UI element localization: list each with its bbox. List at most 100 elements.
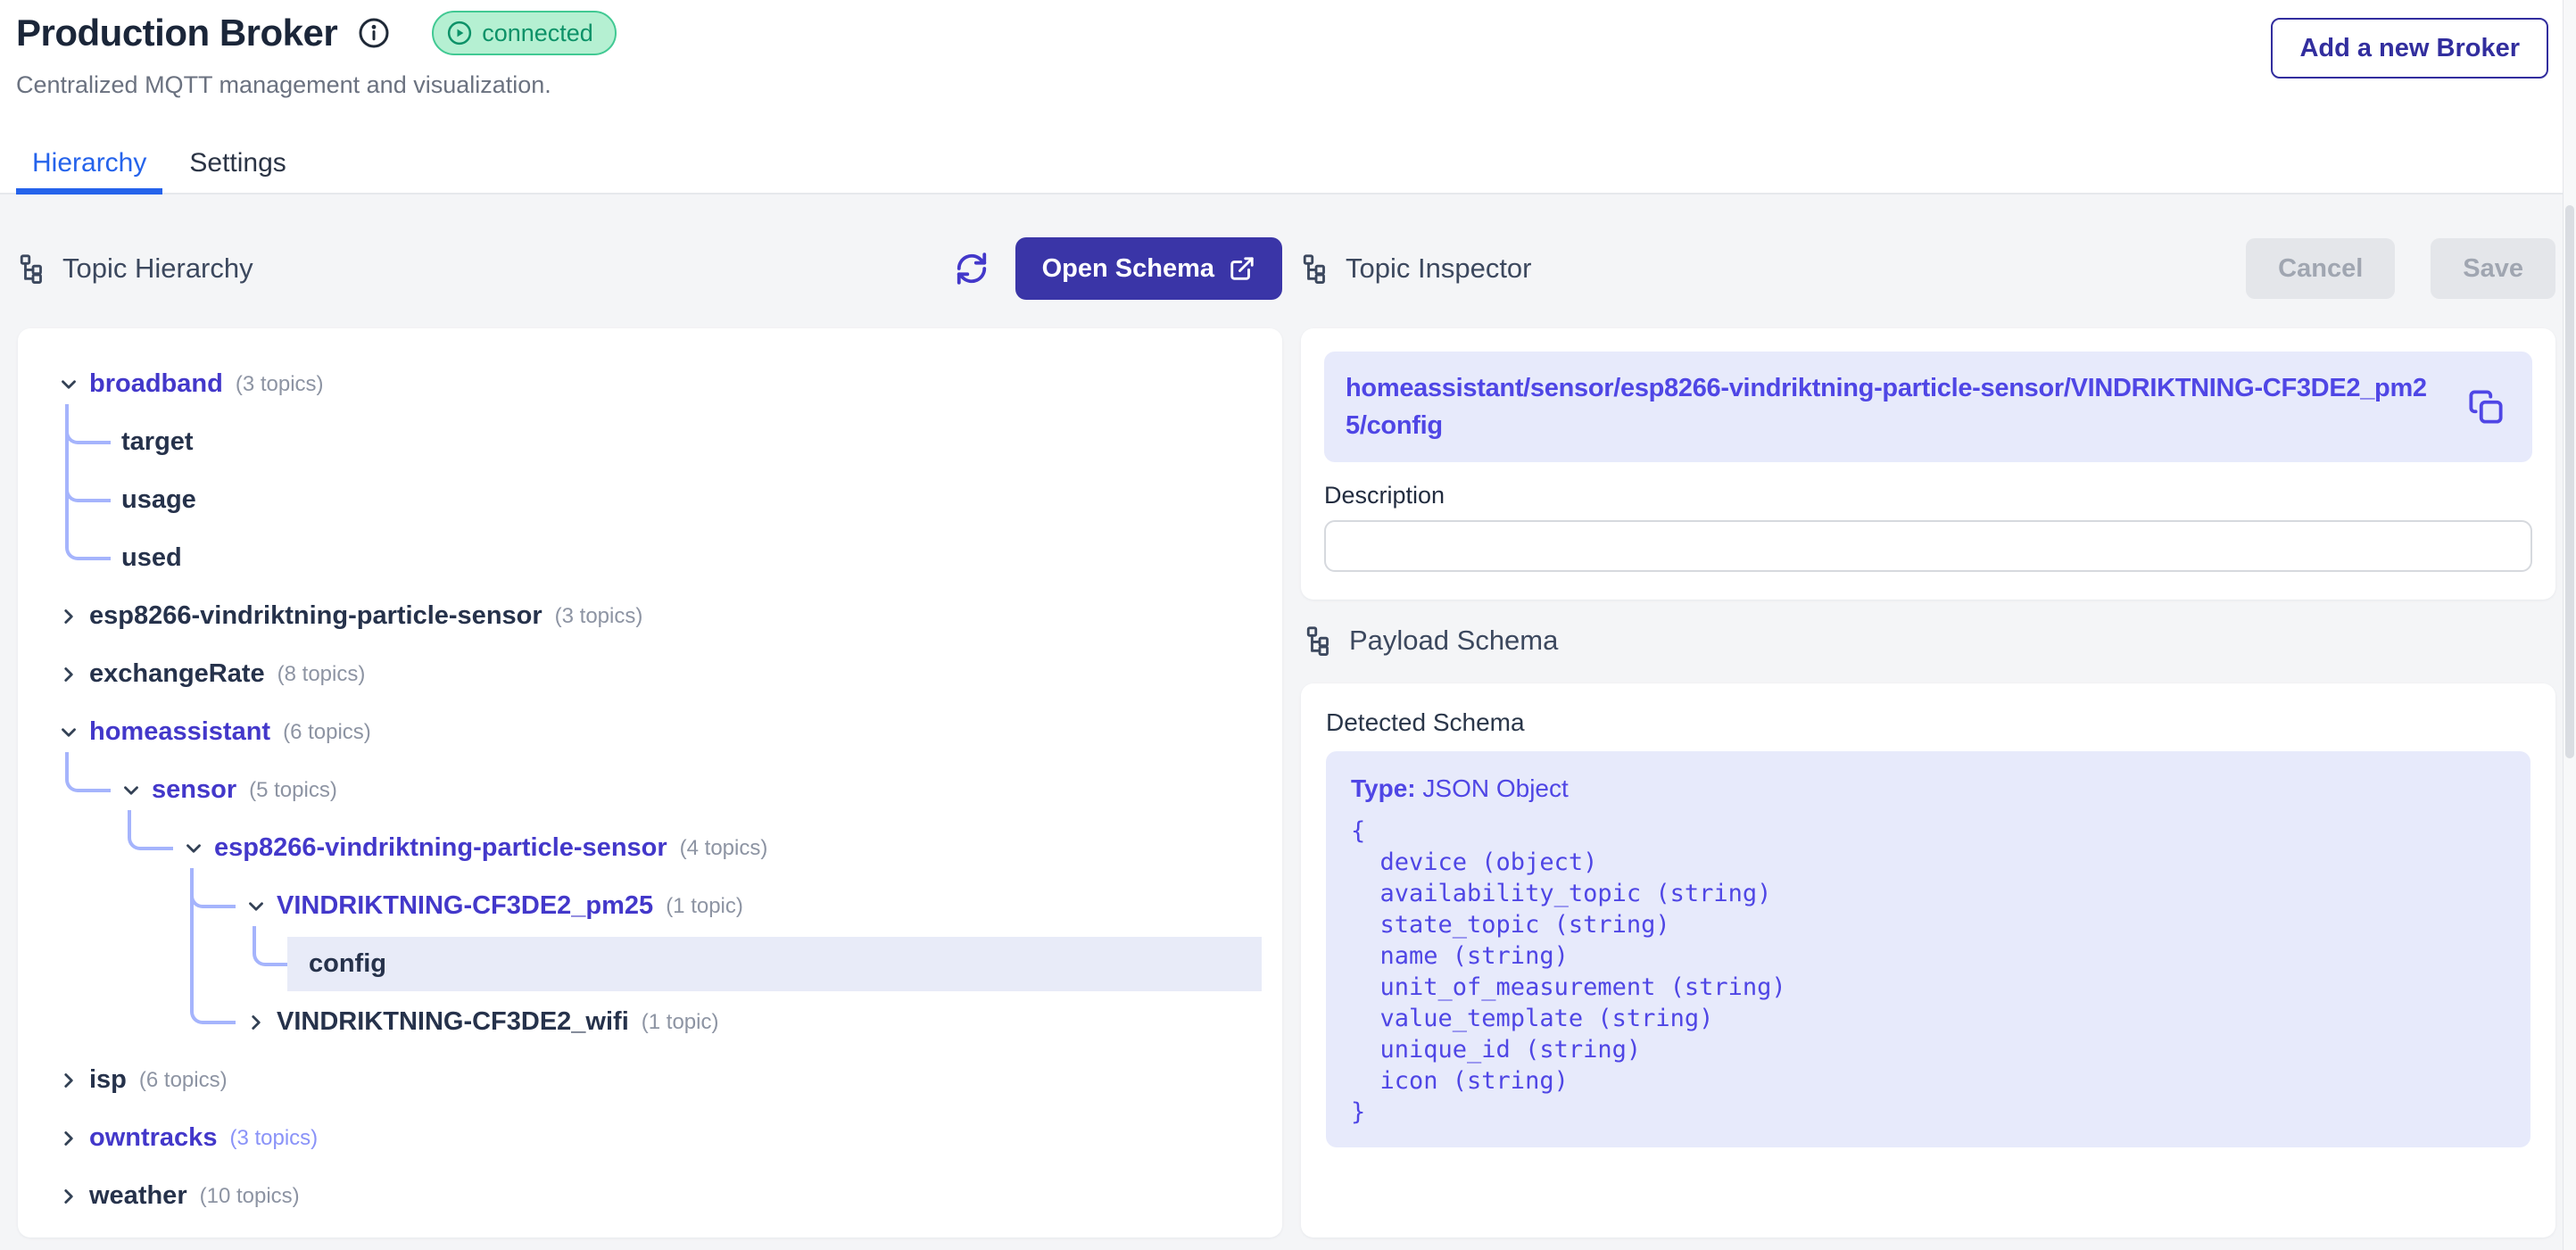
refresh-button[interactable] <box>951 248 992 289</box>
tree-node-vindriktning-cf3de2_wifi[interactable]: VINDRIKTNING-CF3DE2_wifi (1 topic) <box>18 993 1282 1051</box>
tree-node-homeassistant[interactable]: homeassistant (6 topics) <box>18 703 1282 761</box>
topic-hierarchy-panel: broadband (3 topics) target usage used esp826… <box>18 328 1282 1238</box>
tab-hierarchy[interactable]: Hierarchy <box>16 148 162 195</box>
cancel-button[interactable]: Cancel <box>2246 238 2395 299</box>
tree-node-owntracks[interactable]: owntracks (3 topics) <box>18 1109 1282 1167</box>
tree-node-esp8266-vindriktning-particle-sensor[interactable]: esp8266-vindriktning-particle-sensor (3 t… <box>18 587 1282 645</box>
app-window: Production Broker connected Centralized … <box>0 0 2576 1250</box>
tree-node-label: esp8266-vindriktning-particle-sensor <box>89 601 543 631</box>
tree-node-count: (1 topic) <box>666 894 743 919</box>
chevron-right-icon <box>244 1011 268 1034</box>
tree-node-used[interactable]: used <box>18 529 1282 587</box>
payload-schema-panel: Detected Schema Type: JSON Object { devi… <box>1301 683 2555 1238</box>
schema-type-key: Type: <box>1351 774 1416 802</box>
tree-node-label: sensor <box>152 775 236 805</box>
tree-node-label: exchangeRate <box>89 659 265 689</box>
tree-node-count: (4 topics) <box>680 836 768 861</box>
topic-tree: broadband (3 topics) target usage used esp826… <box>18 328 1282 1225</box>
selected-row-highlight <box>287 937 1262 991</box>
tree-node-count: (6 topics) <box>283 720 371 745</box>
tree-node-config[interactable]: config <box>18 935 1282 993</box>
chevron-down-icon <box>120 779 143 802</box>
info-icon[interactable] <box>357 16 391 50</box>
topic-inspector-panel: homeassistant/sensor/esp8266-vindriktnin… <box>1301 328 2555 600</box>
schema-code-block: Type: JSON Object { device (object) avai… <box>1326 751 2530 1147</box>
scrollbar-thumb[interactable] <box>2565 205 2574 758</box>
external-link-icon <box>1229 255 1255 282</box>
hierarchy-toolbar: Topic Hierarchy Open Schema <box>18 236 1282 302</box>
tree-node-count: (3 topics) <box>229 1126 318 1151</box>
inspector-section-title: Topic Inspector <box>1301 252 1532 285</box>
copy-button[interactable] <box>2461 382 2511 432</box>
tree-node-label: esp8266-vindriktning-particle-sensor <box>214 833 667 863</box>
play-circle-icon <box>446 20 473 46</box>
status-badge: connected <box>432 11 617 55</box>
tree-node-count: (1 topic) <box>642 1010 719 1035</box>
schema-type-line: Type: JSON Object <box>1351 774 2506 803</box>
tree-hierarchy-icon <box>18 253 48 284</box>
open-schema-button[interactable]: Open Schema <box>1015 237 1282 300</box>
tree-node-count: (5 topics) <box>249 778 337 803</box>
chevron-down-icon <box>57 373 80 396</box>
tree-node-label: target <box>121 427 194 457</box>
tree-hierarchy-icon <box>1305 625 1335 656</box>
payload-schema-header: Payload Schema <box>1305 623 1558 658</box>
tree-node-label: VINDRIKTNING-CF3DE2_pm25 <box>277 891 653 921</box>
tree-node-count: (3 topics) <box>236 372 324 397</box>
page-subtitle: Centralized MQTT management and visualiz… <box>16 71 551 99</box>
tree-node-target[interactable]: target <box>18 413 1282 471</box>
description-input[interactable] <box>1324 520 2532 572</box>
save-button[interactable]: Save <box>2431 238 2555 299</box>
tree-node-label: usage <box>121 485 196 515</box>
tree-hierarchy-icon <box>1301 253 1331 284</box>
chevron-right-icon <box>57 663 80 686</box>
tree-node-label: used <box>121 543 182 573</box>
tree-node-count: (6 topics) <box>139 1068 228 1093</box>
chevron-down-icon <box>244 895 268 918</box>
main-content: Topic Hierarchy Open Schema <box>0 195 2576 1250</box>
tree-node-label: config <box>309 949 386 979</box>
tree-node-isp[interactable]: isp (6 topics) <box>18 1051 1282 1109</box>
tree-node-sensor[interactable]: sensor (5 topics) <box>18 761 1282 819</box>
detected-schema-label: Detected Schema <box>1326 708 2530 737</box>
copy-icon <box>2467 388 2505 426</box>
schema-type-value: JSON Object <box>1422 774 1568 802</box>
chevron-right-icon <box>57 1069 80 1092</box>
add-broker-button[interactable]: Add a new Broker <box>2271 18 2548 79</box>
tree-node-label: isp <box>89 1065 127 1095</box>
tree-node-esp8266-vindriktning-particle-sensor[interactable]: esp8266-vindriktning-particle-sensor (4 t… <box>18 819 1282 877</box>
tree-node-label: VINDRIKTNING-CF3DE2_wifi <box>277 1007 629 1037</box>
chevron-right-icon <box>57 605 80 628</box>
schema-fields: { device (object) availability_topic (st… <box>1351 815 2506 1128</box>
tree-node-weather[interactable]: weather (10 topics) <box>18 1167 1282 1225</box>
topic-path: homeassistant/sensor/esp8266-vindriktnin… <box>1346 369 2447 444</box>
chevron-right-icon <box>57 1127 80 1150</box>
tree-node-count: (8 topics) <box>277 662 366 687</box>
chevron-down-icon <box>182 837 205 860</box>
chevron-right-icon <box>57 1185 80 1208</box>
tab-bar: Hierarchy Settings <box>16 148 302 195</box>
tree-node-usage[interactable]: usage <box>18 471 1282 529</box>
payload-schema-title: Payload Schema <box>1349 625 1558 657</box>
tree-node-count: (3 topics) <box>555 604 643 629</box>
tree-node-label: homeassistant <box>89 717 270 747</box>
tree-node-count: (10 topics) <box>200 1184 300 1209</box>
tree-node-label: owntracks <box>89 1123 217 1153</box>
hierarchy-section-title: Topic Hierarchy <box>18 252 253 285</box>
tree-node-vindriktning-cf3de2_pm25[interactable]: VINDRIKTNING-CF3DE2_pm25 (1 topic) <box>18 877 1282 935</box>
status-text: connected <box>482 20 593 47</box>
title-row: Production Broker connected <box>16 11 617 55</box>
tree-node-exchangerate[interactable]: exchangeRate (8 topics) <box>18 645 1282 703</box>
scrollbar-track[interactable] <box>2563 0 2576 1250</box>
description-label: Description <box>1324 482 2532 509</box>
inspector-toolbar: Topic Inspector Cancel Save <box>1301 236 2555 302</box>
chevron-down-icon <box>57 721 80 744</box>
page-title: Production Broker <box>16 12 337 54</box>
tab-settings[interactable]: Settings <box>173 148 302 195</box>
tree-node-broadband[interactable]: broadband (3 topics) <box>18 355 1282 413</box>
topic-path-box: homeassistant/sensor/esp8266-vindriktnin… <box>1324 352 2532 462</box>
page-header: Production Broker connected Centralized … <box>0 0 2576 195</box>
tree-node-label: weather <box>89 1181 187 1211</box>
refresh-icon <box>955 252 989 286</box>
tree-node-label: broadband <box>89 369 223 399</box>
